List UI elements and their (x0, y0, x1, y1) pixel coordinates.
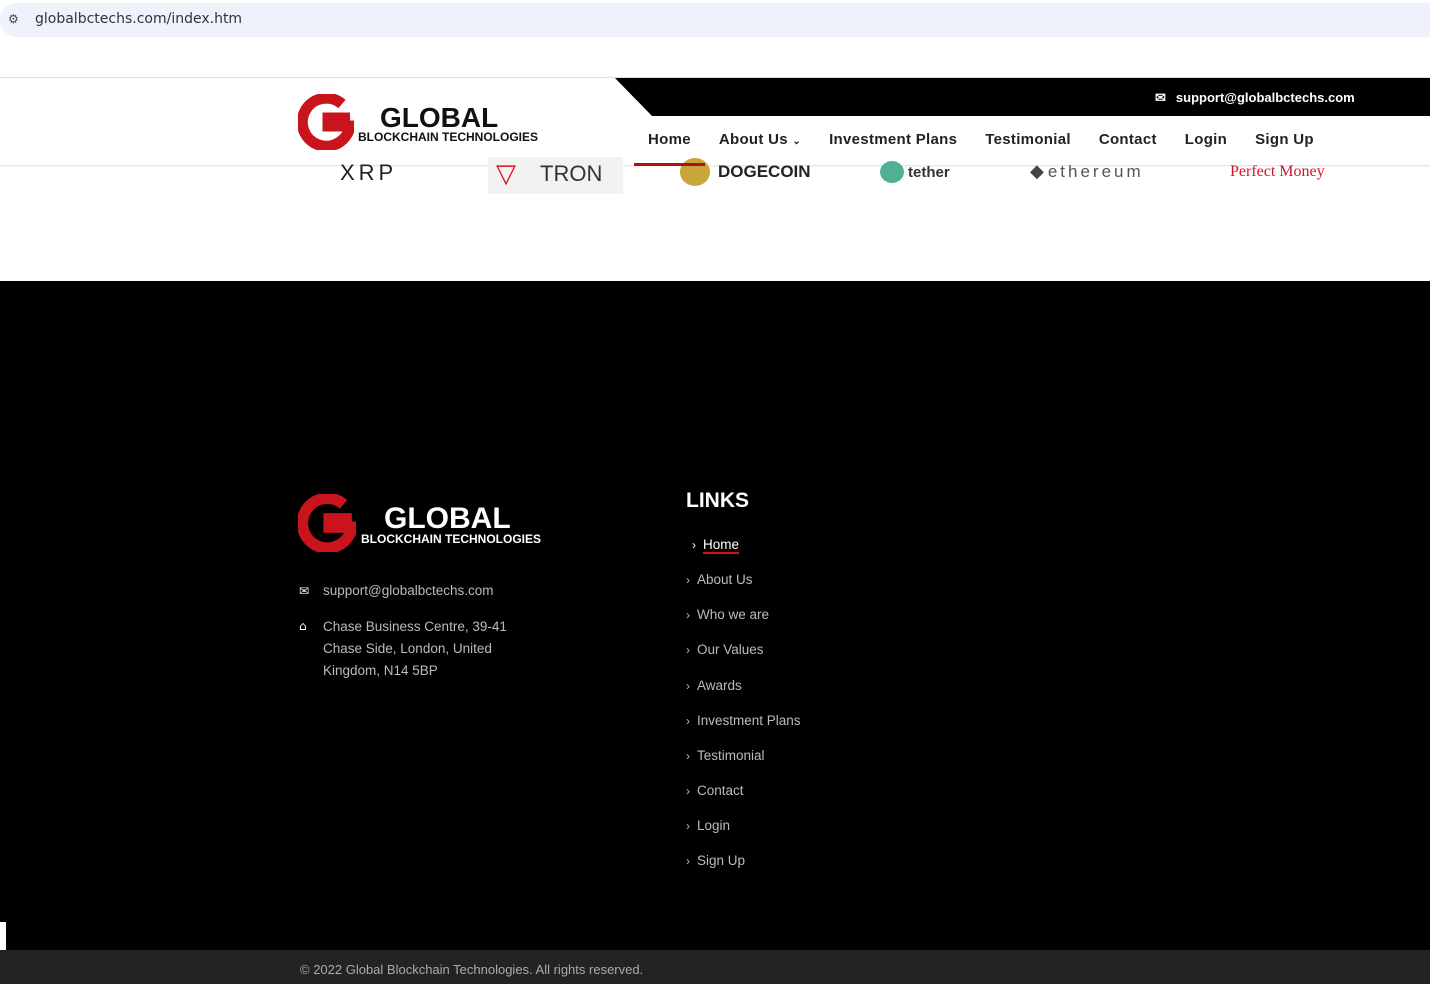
mail-icon: ✉ (1155, 90, 1166, 105)
copyright-text: © 2022 Global Blockchain Technologies. A… (300, 962, 644, 977)
divider (0, 77, 1430, 78)
footer-link-our-values[interactable]: › Our Values (686, 642, 764, 657)
chevron-right-icon: › (686, 819, 690, 833)
site-info-icon[interactable]: ⚙ (8, 12, 19, 26)
chevron-right-icon: › (686, 714, 690, 728)
nav-login[interactable]: Login (1171, 116, 1241, 166)
header-logo[interactable]: GLOBAL BLOCKCHAIN TECHNOLOGIES (296, 92, 538, 154)
footer-link-sign-up[interactable]: › Sign Up (686, 853, 745, 868)
nav-investment-plans[interactable]: Investment Plans (815, 116, 971, 166)
links-heading: LINKS (686, 489, 749, 512)
footer-link-about-us[interactable]: › About Us (686, 572, 753, 587)
chevron-right-icon: › (686, 573, 690, 587)
logo-g-icon (296, 492, 359, 554)
chevron-right-icon: › (686, 679, 690, 693)
chevron-right-icon: › (686, 749, 690, 763)
footer-link-awards[interactable]: › Awards (686, 678, 742, 693)
footer-address: Chase Business Centre, 39-41 Chase Side,… (323, 619, 507, 678)
xrp-logo: XRP (340, 160, 398, 185)
main-nav: Home About Us ⌄ Investment Plans Testimo… (634, 116, 1328, 166)
chevron-down-icon: ⌄ (792, 136, 802, 147)
tron-logo: ▽ TRON (488, 157, 623, 194)
logo-g-icon (296, 92, 357, 152)
home-icon: ⌂ (299, 619, 307, 633)
copyright-bar (0, 950, 1430, 984)
mail-icon: ✉ (299, 584, 310, 598)
nav-sign-up[interactable]: Sign Up (1241, 116, 1328, 166)
footer-link-testimonial[interactable]: › Testimonial (686, 748, 765, 763)
chevron-right-icon: › (686, 854, 690, 868)
chevron-right-icon: › (686, 643, 690, 657)
chevron-right-icon: › (692, 538, 696, 552)
nav-home[interactable]: Home (634, 116, 705, 166)
footer-email[interactable]: support@globalbctechs.com (323, 583, 494, 598)
chevron-right-icon: › (686, 784, 690, 798)
url-text[interactable]: globalbctechs.com/index.htm (35, 11, 242, 27)
nav-testimonial[interactable]: Testimonial (971, 116, 1085, 166)
top-email[interactable]: ✉ support@globalbctechs.com (1155, 90, 1355, 106)
footer-link-who-we-are[interactable]: › Who we are (686, 607, 769, 622)
footer-link-login[interactable]: › Login (686, 818, 730, 833)
footer-logo: GLOBAL BLOCKCHAIN TECHNOLOGIES (296, 492, 541, 556)
footer-link-contact[interactable]: › Contact (686, 783, 744, 798)
nav-about-us[interactable]: About Us ⌄ (705, 116, 815, 166)
footer-link-home[interactable]: › Home (692, 537, 740, 554)
nav-contact[interactable]: Contact (1085, 116, 1171, 166)
footer-link-investment-plans[interactable]: › Investment Plans (686, 713, 801, 728)
chevron-right-icon: › (686, 608, 690, 622)
